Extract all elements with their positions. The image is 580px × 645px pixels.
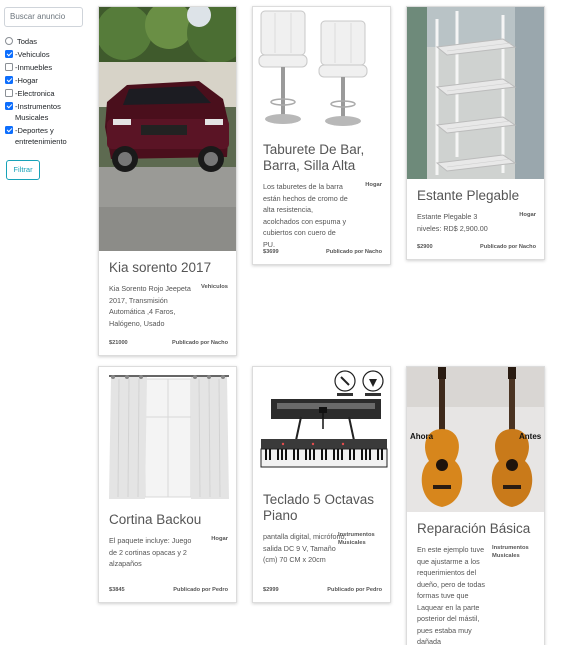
listing-description: En este ejemplo tuve que ajustarme a los… (417, 545, 485, 645)
listing-price: $3699 (263, 249, 279, 255)
filter-label-electronica: -Electronica (15, 88, 55, 98)
listing-description: El paquete incluye: Juego de 2 cortinas … (109, 536, 192, 568)
filter-label-inmuebles: -Inmuebles (15, 62, 53, 72)
vehiculos-checkbox[interactable] (5, 50, 13, 58)
deportes-checkbox[interactable] (5, 126, 13, 134)
listing-title[interactable]: Taburete De Bar, Barra, Silla Alta (263, 142, 380, 174)
hogar-checkbox[interactable] (5, 76, 13, 84)
listing-image-keyboard[interactable] (253, 367, 390, 483)
filter-option-hogar[interactable]: -Hogar (4, 75, 94, 86)
inmuebles-checkbox[interactable] (5, 63, 13, 71)
listing-title[interactable]: Teclado 5 Octavas Piano (263, 492, 380, 524)
listing-publisher: Publicado por Pedro (327, 587, 382, 593)
filter-option-all[interactable]: Todas (4, 36, 94, 47)
filter-label-hogar: -Hogar (15, 75, 38, 85)
guitar-label-before: Ahora (410, 432, 434, 441)
listing-publisher: Publicado por Nacho (326, 249, 382, 255)
filter-option-deportes[interactable]: -Deportes y entretenimiento (4, 125, 94, 147)
guitar-label-after: Antes (519, 432, 542, 441)
filter-label-all: Todas (17, 36, 38, 46)
listing-publisher: Publicado por Pedro (173, 587, 228, 593)
listing-title[interactable]: Kia sorento 2017 (109, 260, 226, 276)
listing-price: $3845 (109, 587, 125, 593)
listing-category: Instrumentos Musicales (492, 545, 529, 559)
listing-image-curtain[interactable] (99, 367, 236, 503)
listing-category: Instrumentos Musicales (338, 532, 375, 546)
listing-image-car[interactable] (99, 7, 236, 251)
filter-label-deportes: -Deportes y entretenimiento (15, 125, 67, 146)
listing-description: Los taburetes de la barra están hechos d… (263, 182, 348, 249)
listing-footer: $2999 Publicado por Pedro (263, 587, 382, 593)
listing-footer: $2900 Publicado por Nacho (417, 244, 536, 250)
listing-publisher: Publicado por Nacho (480, 244, 536, 250)
listing-card[interactable]: Estante Plegable Estante Plegable 3 nive… (406, 6, 545, 260)
listing-category: Hogar (519, 212, 536, 218)
filter-sidebar: Todas -Vehiculos -Inmuebles -Hogar -Elec… (4, 6, 94, 180)
listing-image-bar-stools[interactable] (253, 7, 390, 133)
electronica-checkbox[interactable] (5, 89, 13, 97)
filter-option-inmuebles[interactable]: -Inmuebles (4, 62, 94, 73)
listing-description: Estante Plegable 3 niveles: RD$ 2,900.00 (417, 212, 488, 233)
filter-option-instrumentos[interactable]: -Instrumentos Musicales (4, 101, 94, 123)
listing-card[interactable]: Taburete De Bar, Barra, Silla Alta Los t… (252, 6, 391, 265)
listing-category: Hogar (211, 536, 228, 542)
listing-description: Kia Sorento Rojo Jeepeta 2017, Transmisi… (109, 284, 191, 328)
listing-card[interactable]: Kia sorento 2017 Kia Sorento Rojo Jeepet… (98, 6, 237, 356)
listing-card[interactable]: Ahora Antes Reparación Básica En este ej… (406, 366, 545, 645)
listing-card[interactable]: Cortina Backou El paquete incluye: Juego… (98, 366, 237, 603)
listing-price: $2999 (263, 587, 279, 593)
listing-title[interactable]: Estante Plegable (417, 188, 534, 204)
filter-option-vehiculos[interactable]: -Vehiculos (4, 49, 94, 60)
filter-label-vehiculos: -Vehiculos (15, 49, 50, 59)
listing-category: Vehiculos (200, 284, 228, 290)
instrumentos-checkbox[interactable] (5, 102, 13, 110)
listing-price: $21000 (109, 340, 128, 346)
search-input[interactable] (4, 6, 83, 27)
listing-footer: $3699 Publicado por Nacho (263, 249, 382, 255)
listing-category: Hogar (365, 182, 382, 188)
filter-button[interactable]: Filtrar (6, 159, 40, 180)
listing-price: $2900 (417, 244, 433, 250)
listing-card[interactable]: Teclado 5 Octavas Piano pantalla digital… (252, 366, 391, 603)
listing-image-guitars[interactable]: Ahora Antes (407, 367, 544, 512)
listing-title[interactable]: Reparación Básica (417, 521, 534, 537)
listing-image-shelf[interactable] (407, 7, 544, 179)
listing-footer: $21000 Publicado por Nacho (109, 340, 228, 346)
listing-title[interactable]: Cortina Backou (109, 512, 226, 528)
all-radio[interactable] (5, 37, 13, 45)
listing-description: pantalla digital, micrófono, salida DC 9… (263, 532, 347, 564)
listing-publisher: Publicado por Nacho (172, 340, 228, 346)
filter-label-instrumentos: -Instrumentos Musicales (15, 101, 61, 122)
filter-option-electronica[interactable]: -Electronica (4, 88, 94, 99)
listing-footer: $3845 Publicado por Pedro (109, 587, 228, 593)
